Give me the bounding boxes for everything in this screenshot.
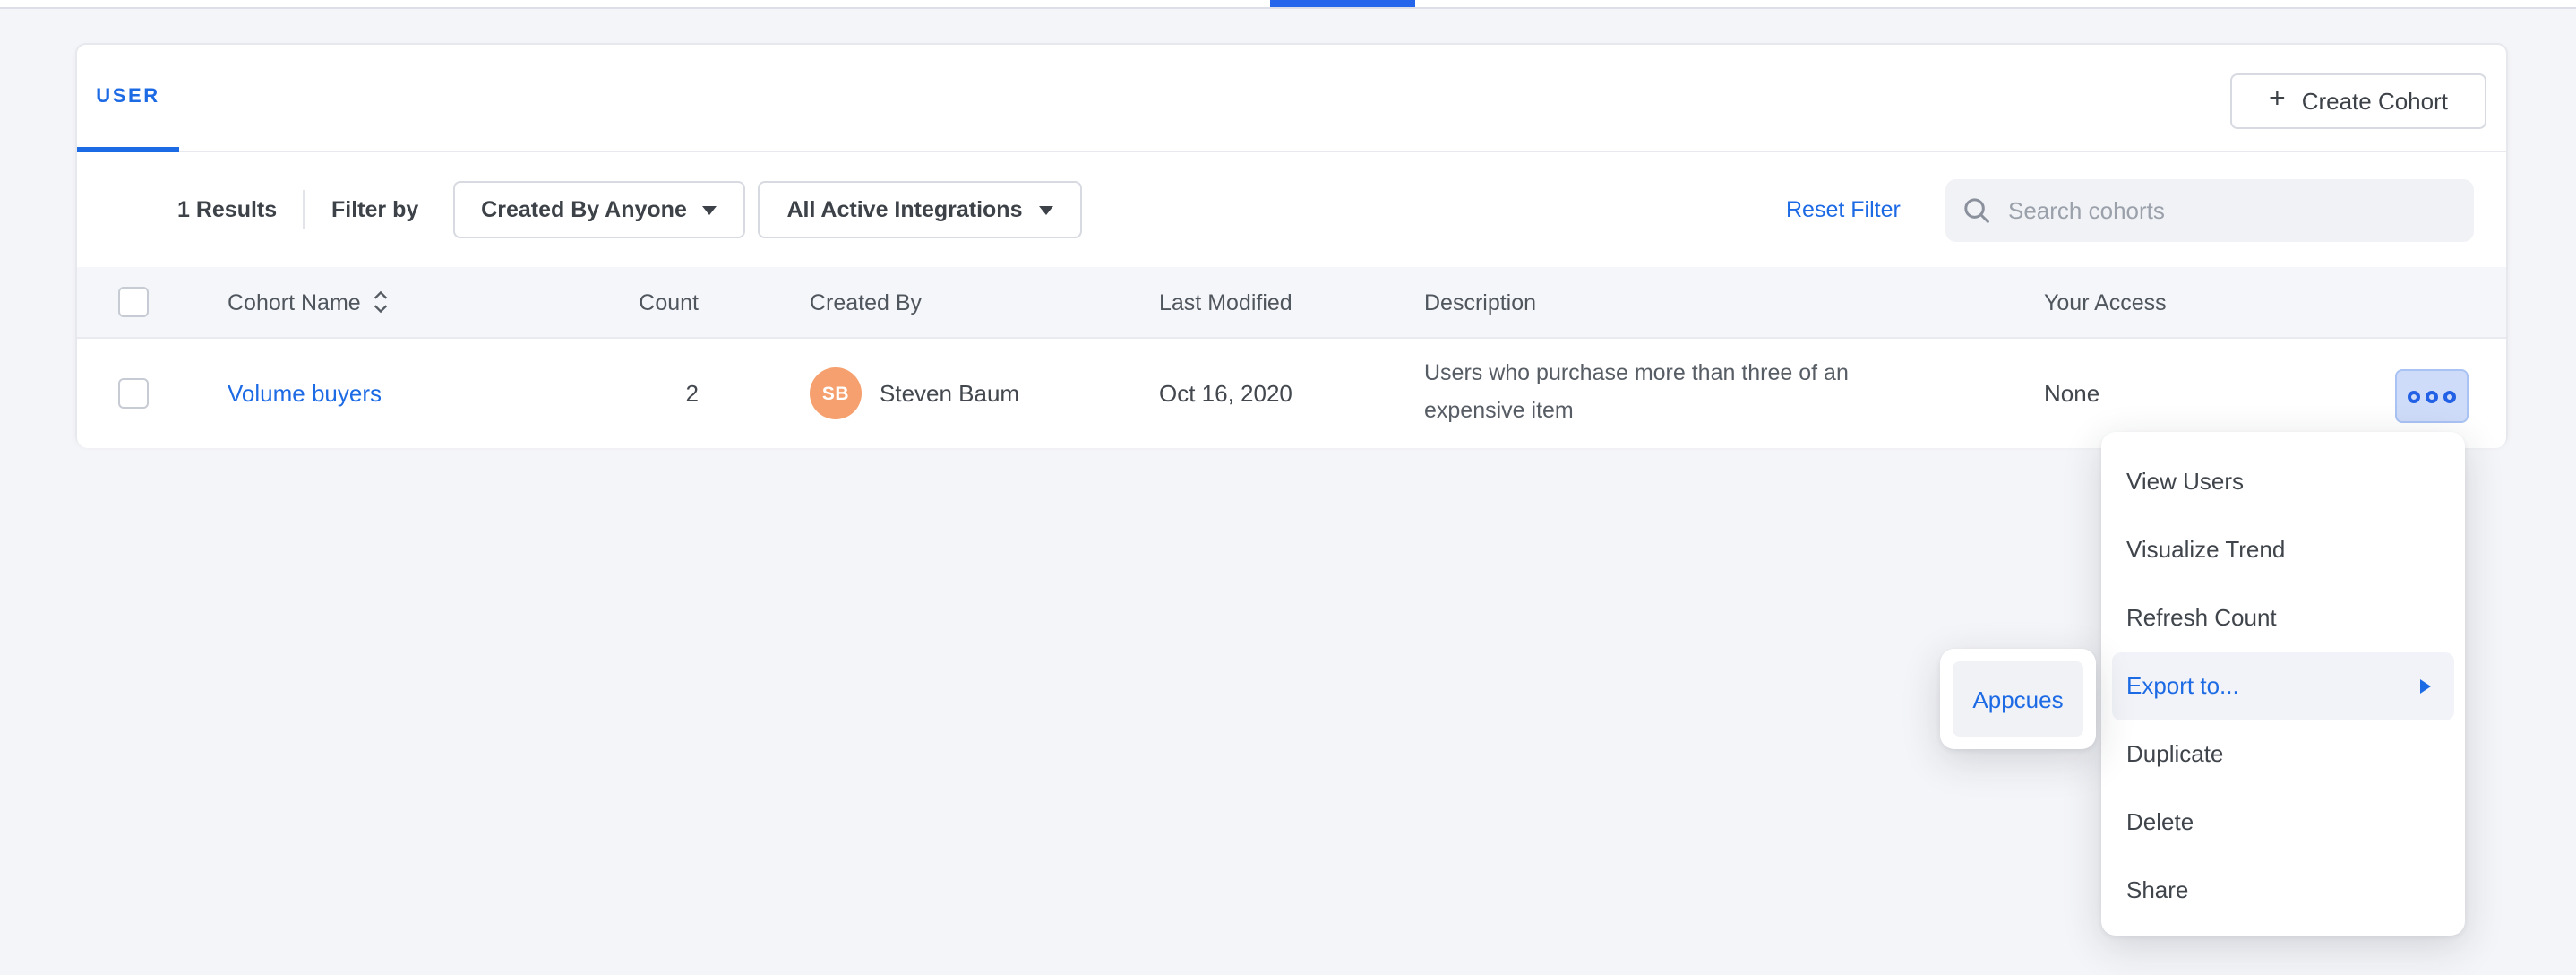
filter-bar: 1 Results Filter by Created By Anyone Al… (77, 152, 2506, 267)
right-arrow-icon (2420, 679, 2431, 694)
tab-bar: USER + Create Cohort (77, 45, 2506, 152)
description-cell: Users who purchase more than three of an… (1424, 339, 1911, 448)
cohort-count: 2 (573, 339, 699, 448)
row-checkbox[interactable] (118, 378, 149, 409)
column-header-description[interactable]: Description (1424, 267, 1911, 337)
created-by-dropdown[interactable]: Created By Anyone (453, 181, 745, 238)
create-cohort-label: Create Cohort (2302, 88, 2448, 115)
row-actions-button[interactable] (2395, 369, 2469, 423)
column-header-created-by[interactable]: Created By (810, 267, 922, 337)
export-submenu: Appcues (1940, 649, 2096, 749)
menu-item-share[interactable]: Share (2101, 857, 2465, 925)
divider (303, 190, 305, 229)
plus-icon: + (2269, 86, 2286, 115)
column-header-cohort-name[interactable]: Cohort Name (228, 267, 390, 337)
menu-item-refresh-count[interactable]: Refresh Count (2101, 584, 2465, 652)
cohorts-card: USER + Create Cohort 1 Results Filter by… (75, 43, 2508, 446)
filter-by-label: Filter by (331, 152, 418, 267)
created-by-name: Steven Baum (880, 380, 1019, 407)
results-count: 1 Results (177, 152, 277, 267)
menu-item-delete[interactable]: Delete (2101, 789, 2465, 857)
table-header: Cohort Name Count Created By Last Modifi… (77, 267, 2506, 339)
column-header-your-access[interactable]: Your Access (2044, 267, 2167, 337)
your-access-cell: None (2044, 339, 2099, 448)
chevron-down-icon (1039, 206, 1053, 215)
three-dots-icon (2443, 390, 2456, 402)
active-tab-indicator (1270, 0, 1415, 7)
tab-user[interactable]: USER (77, 45, 179, 152)
menu-item-export-to[interactable]: Export to... (2112, 652, 2454, 720)
cohort-name-link[interactable]: Volume buyers (228, 380, 382, 407)
select-all-checkbox[interactable] (118, 287, 149, 317)
menu-item-duplicate[interactable]: Duplicate (2101, 720, 2465, 789)
top-strip (0, 0, 2576, 9)
cohorts-page: USER + Create Cohort 1 Results Filter by… (0, 0, 2576, 975)
sort-chevrons-icon (374, 290, 390, 314)
avatar: SB (810, 367, 862, 419)
integrations-dropdown-value: All Active Integrations (786, 197, 1022, 222)
created-by-cell: SB Steven Baum (810, 339, 1019, 448)
create-cohort-button[interactable]: + Create Cohort (2230, 73, 2486, 129)
created-by-dropdown-value: Created By Anyone (481, 197, 687, 222)
search-box[interactable] (1945, 179, 2474, 242)
column-header-last-modified[interactable]: Last Modified (1159, 267, 1292, 337)
search-input[interactable] (2005, 195, 2456, 226)
three-dots-icon (2426, 390, 2438, 402)
search-icon (1963, 197, 1990, 224)
tab-user-label: USER (96, 85, 160, 107)
last-modified-cell: Oct 16, 2020 (1159, 339, 1292, 448)
reset-filter-link[interactable]: Reset Filter (1786, 152, 1901, 267)
menu-item-view-users[interactable]: View Users (2101, 448, 2465, 516)
context-menu: View Users Visualize Trend Refresh Count… (2101, 432, 2465, 936)
chevron-down-icon (703, 206, 717, 215)
menu-item-visualize-trend[interactable]: Visualize Trend (2101, 516, 2465, 584)
column-header-count[interactable]: Count (573, 267, 699, 337)
three-dots-icon (2408, 390, 2420, 402)
submenu-item-appcues[interactable]: Appcues (1953, 661, 2083, 737)
integrations-dropdown[interactable]: All Active Integrations (758, 181, 1082, 238)
